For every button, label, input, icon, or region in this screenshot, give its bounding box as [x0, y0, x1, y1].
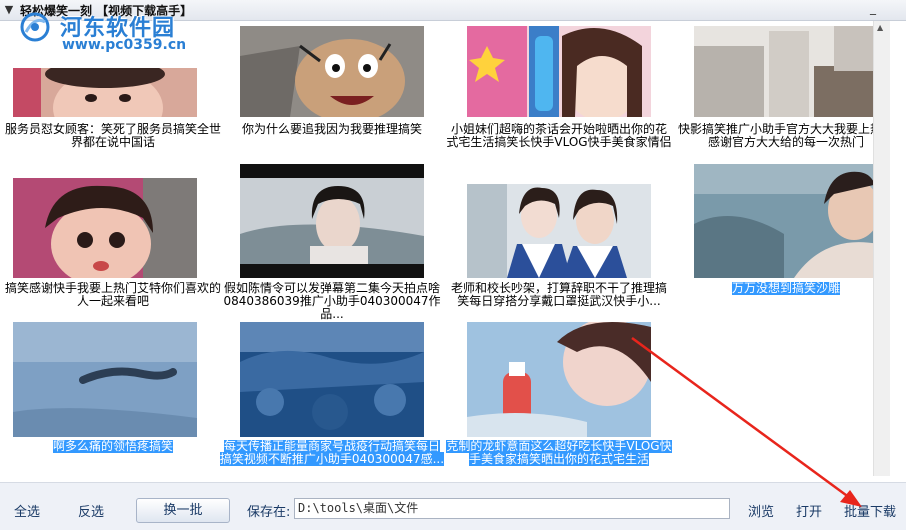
- video-thumbnail[interactable]: [467, 26, 651, 117]
- video-title-caption[interactable]: 假如陈情令可以发弹幕第二集今天拍点啥0840386039推广小助手0403000…: [219, 282, 445, 321]
- video-thumbnail-icon: [467, 184, 651, 278]
- video-thumbnail[interactable]: [240, 322, 424, 437]
- video-title: 啊多么痛的领悟疼搞笑: [52, 440, 173, 453]
- video-title: 快影搞笑推广小助手官方大大我要上热门感谢官方大大给的每一次热门: [677, 123, 890, 149]
- video-title: 搞笑感谢快手我要上热门艾特你们喜欢的人一起来看吧: [4, 282, 221, 308]
- video-title: 服务员怼女顾客：笑死了服务员搞笑全世界都在说中国话: [4, 123, 221, 149]
- video-thumbnail-icon: [240, 164, 424, 278]
- video-title: 假如陈情令可以发弹幕第二集今天拍点啥0840386039推广小助手0403000…: [223, 282, 441, 321]
- video-thumbnail-icon: [240, 26, 424, 117]
- save-location-label: 保存在:: [247, 505, 291, 520]
- video-title: 万万没想到搞笑沙雕: [731, 282, 840, 295]
- video-title: 克制的龙虾意面这么超好吃长快手VLOG快手美食家搞笑晒出你的花式宅生活: [446, 440, 672, 466]
- video-title-caption[interactable]: 快影搞笑推广小助手官方大大我要上热门感谢官方大大给的每一次热门: [673, 123, 890, 149]
- browse-button[interactable]: 浏览: [748, 501, 774, 520]
- batch-download-button[interactable]: 批量下载: [844, 501, 896, 520]
- bottom-toolbar: 全选 反选 换一批 保存在: D:\tools\桌面\文件 浏览 打开 批量下载: [0, 482, 906, 530]
- video-thumbnail-icon: [13, 68, 197, 117]
- window-title: 轻松爆笑一刻 【视频下载高手】: [20, 4, 193, 18]
- minimize-button[interactable]: _: [866, 2, 880, 17]
- video-title-caption[interactable]: 啊多么痛的领悟疼搞笑: [0, 440, 226, 453]
- video-title-caption[interactable]: 服务员怼女顾客：笑死了服务员搞笑全世界都在说中国话: [0, 123, 226, 149]
- video-thumbnail-icon: [467, 322, 651, 437]
- video-title-caption[interactable]: 小姐妹们超嗨的茶话会开始啦晒出你的花式宅生活搞笑长快手VLOG快手美食家情侣: [446, 123, 672, 149]
- video-title: 你为什么要追我因为我要推理搞笑: [241, 123, 422, 136]
- video-thumbnail-icon: [467, 26, 651, 117]
- app-icon: ▼: [4, 3, 14, 16]
- video-thumbnail-icon: [240, 322, 424, 437]
- open-button[interactable]: 打开: [796, 501, 822, 520]
- video-title-caption[interactable]: 克制的龙虾意面这么超好吃长快手VLOG快手美食家搞笑晒出你的花式宅生活: [446, 440, 672, 466]
- video-thumbnail-icon: [13, 178, 197, 278]
- video-thumbnail[interactable]: [13, 68, 197, 117]
- video-title: 每天传播正能量商家号战疫行动搞笑每日搞笑视频不断推广小助手040300047感.…: [219, 440, 445, 466]
- video-title-caption[interactable]: 万万没想到搞笑沙雕: [673, 282, 890, 295]
- next-batch-button[interactable]: 换一批: [136, 498, 230, 523]
- video-title: 小姐妹们超嗨的茶话会开始啦晒出你的花式宅生活搞笑长快手VLOG快手美食家情侣: [446, 123, 672, 149]
- invert-selection-button[interactable]: 反选: [78, 501, 104, 520]
- save-path-field[interactable]: D:\tools\桌面\文件: [294, 498, 730, 519]
- video-thumbnail[interactable]: [13, 322, 197, 437]
- video-thumbnail[interactable]: [13, 178, 197, 278]
- video-title-caption[interactable]: 每天传播正能量商家号战疫行动搞笑每日搞笑视频不断推广小助手040300047感.…: [219, 440, 445, 466]
- vertical-scrollbar[interactable]: ▲: [873, 21, 890, 476]
- video-thumbnail[interactable]: [467, 184, 651, 278]
- video-thumbnail-icon: [694, 164, 878, 278]
- video-thumbnail[interactable]: [467, 322, 651, 437]
- video-thumbnail-icon: [13, 322, 197, 437]
- video-title-caption[interactable]: 搞笑感谢快手我要上热门艾特你们喜欢的人一起来看吧: [0, 282, 226, 308]
- video-title-caption[interactable]: 你为什么要追我因为我要推理搞笑: [219, 123, 445, 136]
- video-grid: 服务员怼女顾客：笑死了服务员搞笑全世界都在说中国话 你为什么要追我因为我要推理搞…: [0, 21, 890, 476]
- title-bar: ▼ 轻松爆笑一刻 【视频下载高手】 _: [0, 0, 906, 21]
- select-all-button[interactable]: 全选: [14, 501, 40, 520]
- video-title: 老师和校长吵架，打算辞职不干了推理搞笑每日穿搭分享戴口罩挺武汉快手小...: [450, 282, 667, 308]
- video-thumbnail[interactable]: [694, 26, 878, 117]
- video-thumbnail[interactable]: [240, 164, 424, 278]
- scroll-up-icon[interactable]: ▲: [877, 23, 883, 32]
- video-thumbnail[interactable]: [694, 164, 878, 278]
- video-thumbnail-icon: [694, 26, 878, 117]
- video-title-caption[interactable]: 老师和校长吵架，打算辞职不干了推理搞笑每日穿搭分享戴口罩挺武汉快手小...: [446, 282, 672, 308]
- video-thumbnail[interactable]: [240, 26, 424, 117]
